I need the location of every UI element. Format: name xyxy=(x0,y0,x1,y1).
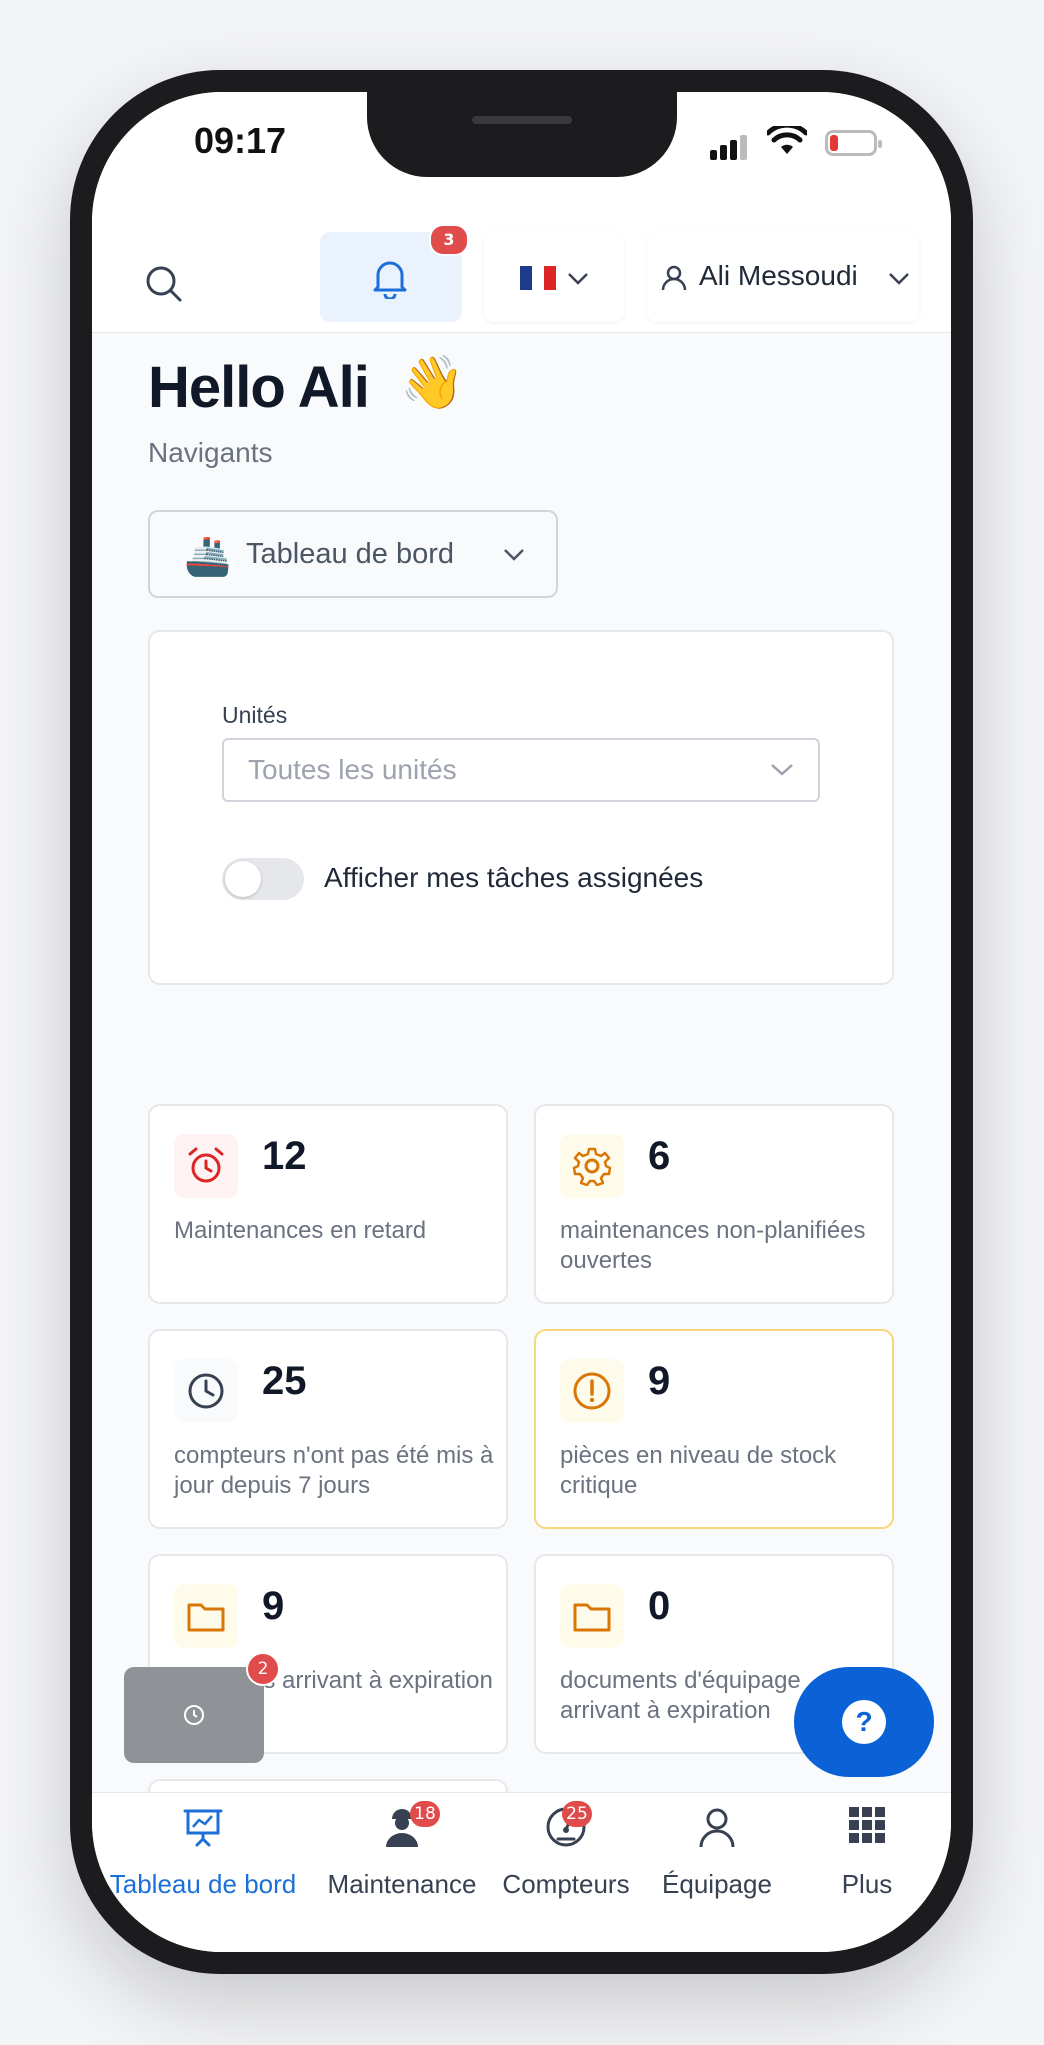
stat-label: compteurs n'ont pas été mis à jour depui… xyxy=(174,1442,494,1499)
notch xyxy=(367,92,677,177)
nav-label: Compteurs xyxy=(502,1869,630,1899)
maintenance-badge: 18 xyxy=(410,1801,440,1827)
language-selector[interactable] xyxy=(484,232,624,322)
role-subtitle: Navigants xyxy=(148,437,273,468)
nav-tab-counters[interactable]: 25 Compteurs xyxy=(490,1793,642,1913)
dashboard-selector-label: Tableau de bord xyxy=(246,538,454,570)
stat-value: 9 xyxy=(648,1359,671,1403)
chevron-down-icon xyxy=(889,273,909,285)
person-icon xyxy=(699,1808,735,1848)
user-name: Ali Messoudi xyxy=(699,260,858,291)
units-label: Unités xyxy=(222,702,288,728)
stat-value: 12 xyxy=(262,1134,307,1178)
help-icon: ? xyxy=(842,1700,886,1744)
stat-card-critical-stock[interactable]: 9 pièces en niveau de stock critique xyxy=(534,1329,894,1529)
nav-label: Plus xyxy=(841,1869,893,1899)
alarm-icon xyxy=(174,1134,238,1198)
counters-badge: 25 xyxy=(562,1801,592,1827)
stat-value: 6 xyxy=(648,1134,671,1178)
filter-card: Unités Toutes les unités Afficher mes tâ… xyxy=(148,630,894,985)
gear-icon xyxy=(560,1134,624,1198)
user-menu-button[interactable]: Ali Messoudi xyxy=(647,232,919,322)
phone-frame: 09:17 3 Ali Messoudi Hello Ali 👋 Navigan… xyxy=(70,70,973,1974)
assigned-tasks-toggle-label: Afficher mes tâches assignées xyxy=(324,862,704,893)
stat-value: 0 xyxy=(648,1584,671,1628)
app-screen: 09:17 3 Ali Messoudi Hello Ali 👋 Navigan… xyxy=(92,92,951,1952)
stat-label: maintenances non-planifiées ouvertes xyxy=(560,1217,866,1274)
bottom-navigation: Tableau de bord 18 Maintenance 25 Compte… xyxy=(92,1792,951,1952)
nav-tab-maintenance[interactable]: 18 Maintenance xyxy=(314,1793,490,1913)
toggle-knob xyxy=(225,861,261,897)
stat-card-unplanned-maintenance[interactable]: 6 maintenances non-planifiées ouvertes xyxy=(534,1104,894,1304)
nav-label: Maintenance xyxy=(327,1869,477,1899)
units-select-placeholder: Toutes les unités xyxy=(248,754,457,785)
nav-tab-crew[interactable]: Équipage xyxy=(642,1793,792,1913)
alert-circle-icon xyxy=(560,1359,624,1423)
wifi-icon xyxy=(767,126,807,154)
nav-tab-dashboard[interactable]: Tableau de bord xyxy=(92,1793,314,1913)
nav-label: Tableau de bord xyxy=(109,1869,297,1899)
chevron-down-icon xyxy=(504,549,524,561)
assigned-tasks-toggle[interactable] xyxy=(222,858,304,900)
search-icon[interactable] xyxy=(144,264,184,304)
clock-icon xyxy=(184,1705,204,1725)
timer-widget[interactable] xyxy=(124,1667,264,1763)
nav-label: Équipage xyxy=(662,1869,772,1899)
timer-badge: 2 xyxy=(246,1652,280,1686)
presentation-icon xyxy=(183,1809,223,1847)
nav-tab-more[interactable]: Plus xyxy=(792,1793,942,1913)
stat-card-overdue-maintenance[interactable]: 12 Maintenances en retard xyxy=(148,1104,508,1304)
greeting-title: Hello Ali xyxy=(148,355,370,420)
app-header: 3 Ali Messoudi xyxy=(92,222,951,333)
stat-label: pièces en niveau de stock critique xyxy=(560,1442,837,1499)
chevron-down-icon xyxy=(771,764,793,776)
stat-value: 9 xyxy=(262,1584,285,1628)
dashboard-selector[interactable]: 🚢 Tableau de bord xyxy=(148,510,558,598)
ship-icon: 🚢 xyxy=(184,534,232,578)
folder-icon xyxy=(174,1584,238,1648)
folder-icon xyxy=(560,1584,624,1648)
bell-icon xyxy=(373,261,407,299)
units-select[interactable]: Toutes les unités xyxy=(222,738,820,802)
help-button[interactable]: ? xyxy=(794,1667,934,1777)
stat-value: 25 xyxy=(262,1359,307,1403)
clock-icon xyxy=(174,1359,238,1423)
waving-hand-icon: 👋 xyxy=(400,353,465,413)
chevron-down-icon xyxy=(568,273,588,285)
user-icon xyxy=(661,265,687,291)
stat-card-counters-not-updated[interactable]: 25 compteurs n'ont pas été mis à jour de… xyxy=(148,1329,508,1529)
status-time: 09:17 xyxy=(194,120,287,161)
signal-icon xyxy=(710,134,750,160)
grid-icon xyxy=(849,1807,885,1843)
battery-icon xyxy=(825,130,882,156)
stat-label: Maintenances en retard xyxy=(174,1217,427,1244)
notification-count-badge: 3 xyxy=(429,224,469,256)
france-flag-icon xyxy=(520,266,556,290)
